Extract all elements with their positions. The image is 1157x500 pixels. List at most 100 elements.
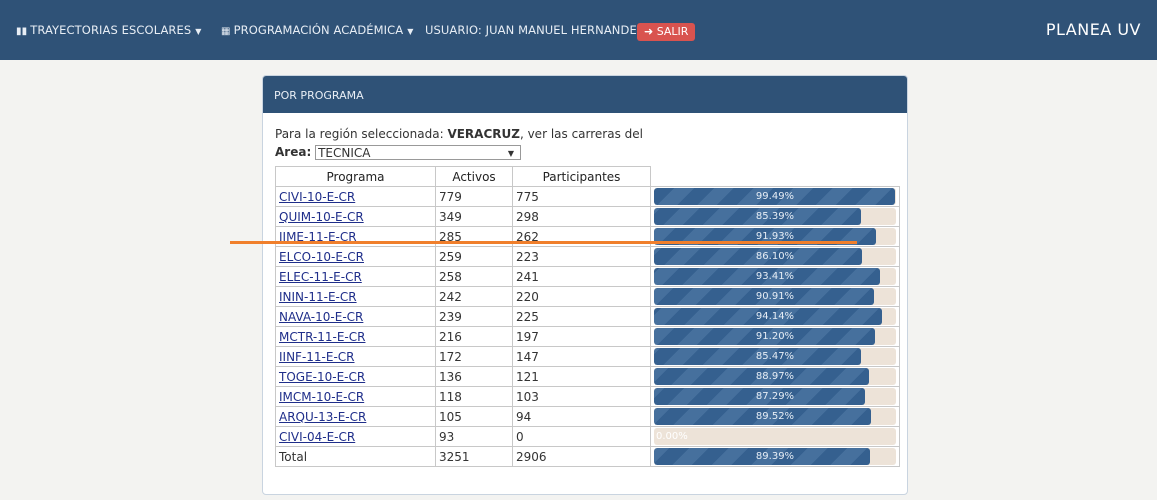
program-cell: CIVI-04-E-CR xyxy=(275,426,436,447)
activos-cell: 779 xyxy=(435,186,513,207)
progress-cell: 88.97% xyxy=(650,366,900,387)
program-cell: CIVI-10-E-CR xyxy=(275,186,436,207)
calendar-icon: ▦ xyxy=(221,26,231,37)
activos-cell: 118 xyxy=(435,386,513,407)
program-link[interactable]: MCTR-11-E-CR xyxy=(279,330,365,344)
menu-trayectorias[interactable]: ▮▮ TRAYECTORIAS ESCOLARES ▼ xyxy=(16,0,202,60)
progress-bar: 90.91% xyxy=(654,288,896,305)
progress-label: 85.47% xyxy=(755,351,795,362)
header-activos: Activos xyxy=(435,166,513,187)
table-row: IINF-11-E-CR 172 147 85.47% xyxy=(275,346,900,367)
region-name: VERACRUZ xyxy=(447,127,520,141)
table-row: ARQU-13-E-CR 105 94 89.52% xyxy=(275,406,900,427)
table-row: MCTR-11-E-CR 216 197 91.20% xyxy=(275,326,900,347)
header-participantes: Participantes xyxy=(512,166,651,187)
brand-title[interactable]: PLANEA UV xyxy=(1046,0,1141,60)
program-cell: QUIM-10-E-CR xyxy=(275,206,436,227)
total-row: Total 3251 2906 89.39% xyxy=(275,446,900,467)
progress-bar: 89.39% xyxy=(654,448,896,465)
participantes-cell: 298 xyxy=(512,206,651,227)
activos-cell: 172 xyxy=(435,346,513,367)
area-select[interactable]: TECNICA ▼ xyxy=(315,145,522,160)
participantes-cell: 225 xyxy=(512,306,651,327)
progress-cell: 91.20% xyxy=(650,326,900,347)
table-row: CIVI-10-E-CR 779 775 99.49% xyxy=(275,186,900,207)
progress-cell: 0.00% xyxy=(650,426,900,447)
program-cell: ELCO-10-E-CR xyxy=(275,246,436,267)
program-link[interactable]: CIVI-04-E-CR xyxy=(279,430,355,444)
progress-label: 89.39% xyxy=(755,451,795,462)
program-link[interactable]: ELCO-10-E-CR xyxy=(279,250,364,264)
bar-chart-icon: ▮▮ xyxy=(16,26,28,37)
activos-cell: 239 xyxy=(435,306,513,327)
program-cell: Total xyxy=(275,446,436,467)
progress-cell: 86.10% xyxy=(650,246,900,267)
program-link[interactable]: TOGE-10-E-CR xyxy=(279,370,365,384)
activos-cell: 259 xyxy=(435,246,513,267)
program-cell: TOGE-10-E-CR xyxy=(275,366,436,387)
table-row: IMCM-10-E-CR 118 103 87.29% xyxy=(275,386,900,407)
activos-cell: 93 xyxy=(435,426,513,447)
participantes-cell: 103 xyxy=(512,386,651,407)
program-link[interactable]: IINF-11-E-CR xyxy=(279,350,355,364)
panel-title: POR PROGRAMA xyxy=(263,76,907,113)
program-link[interactable]: QUIM-10-E-CR xyxy=(279,210,364,224)
table-row: TOGE-10-E-CR 136 121 88.97% xyxy=(275,366,900,387)
progress-label: 88.97% xyxy=(755,371,795,382)
table-row: ININ-11-E-CR 242 220 90.91% xyxy=(275,286,900,307)
program-cell: NAVA-10-E-CR xyxy=(275,306,436,327)
progress-cell: 89.52% xyxy=(650,406,900,427)
table-row: ELCO-10-E-CR 259 223 86.10% xyxy=(275,246,900,267)
program-link[interactable]: CIVI-10-E-CR xyxy=(279,190,355,204)
progress-label: 86.10% xyxy=(755,251,795,262)
table-header-row: Programa Activos Participantes xyxy=(275,166,900,187)
progress-bar: 94.14% xyxy=(654,308,896,325)
caret-down-icon: ▼ xyxy=(195,27,202,36)
program-link[interactable]: ARQU-13-E-CR xyxy=(279,410,366,424)
intro-prefix: Para la región seleccionada: xyxy=(275,127,448,141)
logout-button[interactable]: ➜ SALIR xyxy=(637,23,696,41)
program-cell: IINF-11-E-CR xyxy=(275,346,436,367)
activos-cell: 3251 xyxy=(435,446,513,467)
program-link[interactable]: ININ-11-E-CR xyxy=(279,290,357,304)
progress-bar: 86.10% xyxy=(654,248,896,265)
menu-trayectorias-label: TRAYECTORIAS ESCOLARES xyxy=(30,23,192,37)
progress-bar: 87.29% xyxy=(654,388,896,405)
program-cell: ININ-11-E-CR xyxy=(275,286,436,307)
area-select-value: TECNICA xyxy=(318,146,371,160)
menu-programacion[interactable]: ▦ PROGRAMACIÓN ACADÉMICA ▼ xyxy=(221,0,414,60)
participantes-cell: 197 xyxy=(512,326,651,347)
activos-cell: 105 xyxy=(435,406,513,427)
participantes-cell: 147 xyxy=(512,346,651,367)
annotation-line xyxy=(230,241,857,244)
table-row: ELEC-11-E-CR 258 241 93.41% xyxy=(275,266,900,287)
progress-cell: 93.41% xyxy=(650,266,900,287)
table-row: CIVI-04-E-CR 93 0 0.00% xyxy=(275,426,900,447)
progress-bar: 99.49% xyxy=(654,188,896,205)
participantes-cell: 121 xyxy=(512,366,651,387)
program-link[interactable]: IMCM-10-E-CR xyxy=(279,390,364,404)
menu-programacion-label: PROGRAMACIÓN ACADÉMICA xyxy=(233,23,404,37)
program-link[interactable]: ELEC-11-E-CR xyxy=(279,270,362,284)
participantes-cell: 241 xyxy=(512,266,651,287)
progress-bar: 85.47% xyxy=(654,348,896,365)
program-cell: ARQU-13-E-CR xyxy=(275,406,436,427)
total-label: Total xyxy=(279,449,308,464)
progress-bar: 85.39% xyxy=(654,208,896,225)
progress-cell: 85.39% xyxy=(650,206,900,227)
top-navbar: ▮▮ TRAYECTORIAS ESCOLARES ▼ ▦ PROGRAMACIÓN … xyxy=(0,0,1157,60)
progress-label: 93.41% xyxy=(755,271,795,282)
participantes-cell: 220 xyxy=(512,286,651,307)
activos-cell: 216 xyxy=(435,326,513,347)
program-panel: POR PROGRAMA Para la región seleccionada… xyxy=(262,75,908,495)
program-link[interactable]: NAVA-10-E-CR xyxy=(279,310,363,324)
area-label: Area: xyxy=(275,145,312,159)
progress-bar: 93.41% xyxy=(654,268,896,285)
progress-cell: 99.49% xyxy=(650,186,900,207)
activos-cell: 349 xyxy=(435,206,513,227)
participantes-cell: 223 xyxy=(512,246,651,267)
progress-cell: 85.47% xyxy=(650,346,900,367)
program-cell: ELEC-11-E-CR xyxy=(275,266,436,287)
header-bar-spacer xyxy=(651,167,900,187)
program-cell: IMCM-10-E-CR xyxy=(275,386,436,407)
